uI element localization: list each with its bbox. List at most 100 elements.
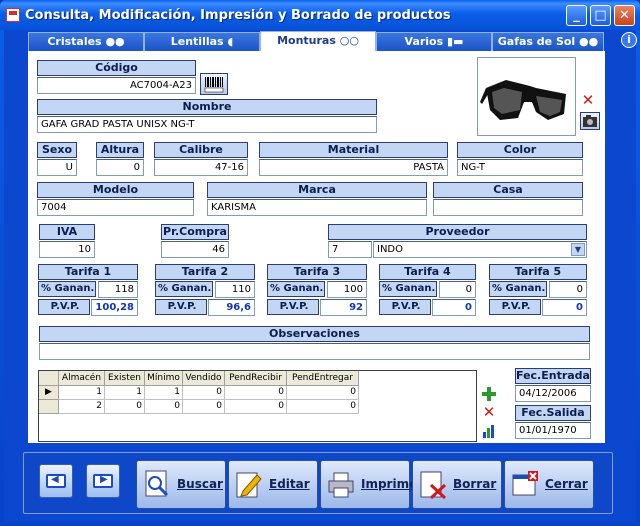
next-button[interactable]: ▶ <box>86 464 120 498</box>
editar-label: Editar <box>269 477 310 491</box>
fec-salida-field[interactable]: 01/01/1970 <box>515 422 591 439</box>
barcode-icon[interactable] <box>200 73 228 95</box>
color-label: Color <box>457 142 583 158</box>
window-title: Consulta, Modificación, Impresión y Borr… <box>25 8 451 23</box>
ganan-field[interactable]: 0 <box>549 281 587 298</box>
ganan-field[interactable]: 0 <box>439 281 476 298</box>
sunglasses-icon: ●● <box>579 35 599 48</box>
stock-table[interactable]: Almacén Existen Mínimo Vendido PendRecib… <box>38 370 477 442</box>
prcompra-field[interactable]: 46 <box>161 241 229 258</box>
material-field[interactable]: PASTA <box>259 159 448 176</box>
modelo-label: Modelo <box>37 182 194 198</box>
delete-row-icon[interactable]: ✕ <box>481 404 497 420</box>
editar-button[interactable]: Editar <box>228 460 318 509</box>
column-header[interactable]: Mínimo <box>145 371 183 386</box>
pvp-label: P.V.P. <box>489 299 541 315</box>
tab-gafas-de-sol[interactable]: Gafas de Sol ●● <box>492 32 604 51</box>
tab-monturas[interactable]: Monturas ○○ <box>260 31 376 52</box>
ganan-field[interactable]: 100 <box>327 281 367 298</box>
cerrar-button[interactable]: Cerrar <box>504 460 594 509</box>
previous-button[interactable]: ◀ <box>39 464 73 498</box>
column-header[interactable]: Vendido <box>183 371 225 386</box>
add-row-icon[interactable] <box>481 386 497 402</box>
close-button[interactable]: ✕ <box>614 5 635 26</box>
table-cell[interactable]: 1 <box>59 386 105 400</box>
pvp-label: P.V.P. <box>155 299 207 315</box>
buscar-label: Buscar <box>177 477 223 491</box>
tab-lentillas[interactable]: Lentillas ◖ <box>144 32 260 51</box>
calibre-field[interactable]: 47-16 <box>154 159 248 176</box>
app-window: Consulta, Modificación, Impresión y Borr… <box>0 0 640 526</box>
ganan-label: % Ganan. <box>38 281 96 297</box>
minimize-button[interactable]: _ <box>566 5 587 26</box>
search-icon <box>143 469 171 499</box>
marca-label: Marca <box>207 182 427 198</box>
lens-icon: ●● <box>105 35 125 48</box>
sexo-field[interactable]: U <box>37 159 77 176</box>
iva-field[interactable]: 10 <box>39 241 95 258</box>
cerrar-label: Cerrar <box>545 477 588 491</box>
table-cell[interactable]: 0 <box>183 386 225 400</box>
nombre-label: Nombre <box>37 99 377 115</box>
pvp-field[interactable]: 0 <box>542 299 587 316</box>
iva-label: IVA <box>39 224 95 240</box>
table-cell[interactable]: 1 <box>105 386 145 400</box>
imprime-button[interactable]: Imprime <box>320 460 417 509</box>
printer-icon <box>327 469 355 499</box>
column-header[interactable]: PendEntregar <box>287 371 359 386</box>
arrow-right-icon: ▶ <box>93 474 113 488</box>
ganan-field[interactable]: 110 <box>215 281 255 298</box>
stock-chart-icon[interactable] <box>481 423 497 439</box>
ganan-label: % Ganan. <box>489 281 547 297</box>
altura-field[interactable]: 0 <box>96 159 144 176</box>
help-icon[interactable]: i <box>621 32 637 48</box>
color-field[interactable]: NG-T <box>457 159 583 176</box>
borrar-button[interactable]: Borrar <box>412 460 502 509</box>
tarifa-label: Tarifa 3 <box>267 264 367 280</box>
modelo-field[interactable]: 7004 <box>37 199 194 216</box>
fec-entrada-field[interactable]: 04/12/2006 <box>515 385 591 402</box>
proveedor-select[interactable]: INDO ▼ <box>373 241 587 258</box>
casa-field[interactable] <box>433 199 583 216</box>
table-cell[interactable]: 2 <box>59 400 105 414</box>
table-cell[interactable]: 0 <box>287 400 359 414</box>
pvp-field[interactable]: 0 <box>432 299 476 316</box>
edit-icon <box>235 469 263 499</box>
pvp-field[interactable]: 100,28 <box>91 299 138 316</box>
maximize-button[interactable]: □ <box>590 5 611 26</box>
column-header[interactable]: Almacén <box>59 371 105 386</box>
marca-field[interactable]: KARISMA <box>207 199 427 216</box>
proveedor-select-value: INDO <box>377 244 404 255</box>
tab-varios[interactable]: Varios ▮▬ <box>376 32 492 51</box>
table-cell[interactable]: 0 <box>105 400 145 414</box>
column-header[interactable]: Existen <box>105 371 145 386</box>
table-cell[interactable]: 0 <box>225 386 287 400</box>
table-cell[interactable]: 1 <box>145 386 183 400</box>
table-cell[interactable]: 0 <box>225 400 287 414</box>
altura-label: Altura <box>96 142 144 158</box>
pvp-field[interactable]: 92 <box>320 299 367 316</box>
chevron-down-icon[interactable]: ▼ <box>571 243 585 256</box>
camera-icon[interactable] <box>580 112 600 130</box>
tab-cristales[interactable]: Cristales ●● <box>28 32 144 51</box>
observaciones-label: Observaciones <box>39 326 590 342</box>
tarifa-label: Tarifa 1 <box>38 264 138 280</box>
observaciones-field[interactable] <box>39 343 590 360</box>
table-cell[interactable]: 0 <box>145 400 183 414</box>
table-cell[interactable]: 0 <box>183 400 225 414</box>
nombre-field[interactable]: GAFA GRAD PASTA UNISX NG-T <box>37 116 377 133</box>
delete-image-icon[interactable]: ✕ <box>580 92 596 108</box>
ganan-field[interactable]: 118 <box>98 281 138 298</box>
proveedor-code-field[interactable]: 7 <box>328 241 372 258</box>
buscar-button[interactable]: Buscar <box>136 460 226 509</box>
pvp-label: P.V.P. <box>379 299 431 315</box>
column-header[interactable]: PendRecibir <box>225 371 287 386</box>
pvp-label: P.V.P. <box>267 299 319 315</box>
ganan-label: % Ganan. <box>267 281 325 297</box>
pvp-field[interactable]: 96,6 <box>208 299 255 316</box>
row-indicator <box>39 400 59 414</box>
tab-label: Varios <box>404 35 444 48</box>
bottles-icon: ▮▬ <box>447 35 464 48</box>
table-cell[interactable]: 0 <box>287 386 359 400</box>
codigo-field[interactable]: AC7004-A23 <box>37 77 196 94</box>
